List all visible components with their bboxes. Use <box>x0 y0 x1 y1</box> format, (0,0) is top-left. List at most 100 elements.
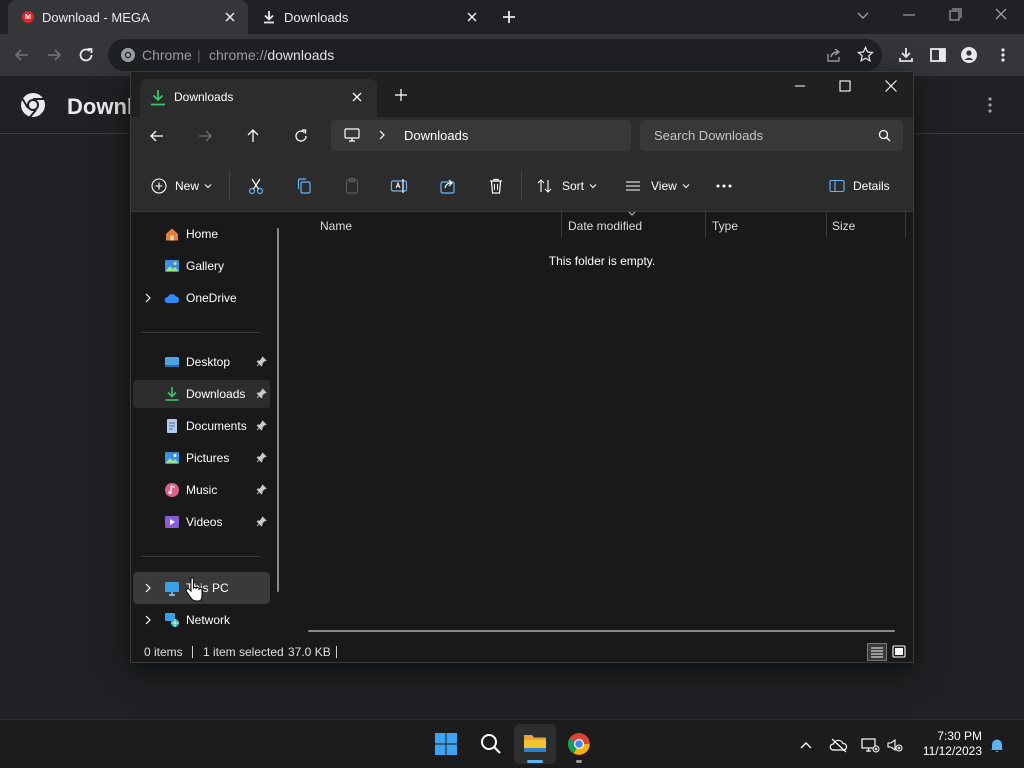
pin-icon[interactable] <box>256 388 267 399</box>
back-icon[interactable] <box>149 128 165 144</box>
column-header-date-modified[interactable]: Date modified <box>568 219 642 233</box>
share-icon[interactable] <box>439 177 457 195</box>
nav-item-desktop[interactable]: Desktop <box>133 348 270 376</box>
tab-title: Downloads <box>284 9 349 25</box>
pin-icon[interactable] <box>256 452 267 463</box>
details-view-button[interactable] <box>867 643 887 661</box>
new-button[interactable]: New <box>151 177 212 195</box>
column-header-name[interactable]: Name <box>320 219 352 233</box>
tab-search-icon[interactable] <box>852 6 874 24</box>
chevron-right-icon[interactable] <box>143 293 153 303</box>
nav-item-gallery[interactable]: Gallery <box>133 252 270 280</box>
pin-icon[interactable] <box>256 356 267 367</box>
start-windows-icon[interactable] <box>434 732 458 756</box>
bookmark-star-icon[interactable] <box>857 46 874 63</box>
sort-button[interactable]: Sort <box>537 177 597 195</box>
chrome-menu-icon[interactable] <box>994 46 1012 64</box>
gallery-icon <box>165 260 179 272</box>
videos-icon <box>165 516 179 528</box>
nav-item-music[interactable]: Music <box>133 476 270 504</box>
nav-item-onedrive[interactable]: OneDrive <box>133 284 270 312</box>
details-pane-button[interactable]: Details <box>829 177 890 195</box>
new-tab-icon[interactable] <box>500 8 518 26</box>
large-icons-view-button[interactable] <box>889 643 909 661</box>
nav-item-documents[interactable]: Documents <box>133 412 270 440</box>
file-list[interactable]: Name Date modified Type Size This folder… <box>288 211 913 643</box>
column-divider[interactable] <box>705 212 706 237</box>
downloads-icon[interactable] <box>897 46 915 64</box>
nav-pane-scrollbar[interactable] <box>277 228 279 592</box>
pin-icon[interactable] <box>256 516 267 527</box>
up-icon[interactable] <box>245 128 261 144</box>
address-bar[interactable]: Downloads <box>331 120 631 151</box>
more-actions-icon[interactable] <box>982 96 998 114</box>
forward-icon[interactable] <box>45 46 63 64</box>
address-path[interactable]: Downloads <box>404 128 468 143</box>
omnibox-url[interactable]: chrome://downloads <box>209 47 334 63</box>
refresh-icon[interactable] <box>293 128 309 144</box>
volume-muted-icon[interactable] <box>886 737 904 753</box>
divider <box>141 332 260 333</box>
delete-icon[interactable] <box>487 177 505 195</box>
chevron-right-icon[interactable] <box>143 615 153 625</box>
view-button[interactable]: View <box>625 177 690 195</box>
more-options-icon[interactable] <box>715 177 733 195</box>
column-header-size[interactable]: Size <box>832 219 855 233</box>
file-explorer-icon <box>524 735 546 752</box>
close-window-icon[interactable] <box>990 6 1012 24</box>
explorer-tab-downloads[interactable]: Downloads <box>140 79 377 117</box>
omnibox[interactable]: Chrome | chrome://downloads <box>108 39 882 71</box>
documents-icon <box>167 419 177 433</box>
rename-icon[interactable] <box>390 177 408 195</box>
search-box[interactable]: Search Downloads <box>640 120 903 151</box>
chevron-down-icon <box>589 184 597 189</box>
side-panel-icon[interactable] <box>929 46 947 64</box>
notification-bell-icon[interactable] <box>989 737 1005 753</box>
nav-item-network[interactable]: Network <box>133 606 270 634</box>
close-tab-icon[interactable] <box>222 9 238 25</box>
close-tab-icon[interactable] <box>350 90 364 104</box>
tab-mega[interactable]: M Download - MEGA <box>8 0 248 34</box>
copy-icon[interactable] <box>295 177 313 195</box>
column-header-type[interactable]: Type <box>712 219 738 233</box>
paste-icon[interactable] <box>343 177 361 195</box>
nav-item-pictures[interactable]: Pictures <box>133 444 270 472</box>
column-divider[interactable] <box>561 212 562 237</box>
nav-item-downloads[interactable]: Downloads <box>133 380 270 408</box>
close-window-icon[interactable] <box>884 79 898 93</box>
maximize-icon[interactable] <box>838 79 852 93</box>
chrome-icon[interactable] <box>567 732 591 756</box>
minimize-icon[interactable] <box>898 6 920 24</box>
onedrive-offline-icon[interactable] <box>829 737 849 753</box>
share-icon[interactable] <box>826 47 842 63</box>
reload-icon[interactable] <box>77 46 95 64</box>
nav-item-videos[interactable]: Videos <box>133 508 270 536</box>
nav-item-label: Desktop <box>186 355 231 369</box>
column-divider[interactable] <box>826 212 827 237</box>
chevron-up-icon[interactable] <box>798 737 814 753</box>
minimize-icon[interactable] <box>793 79 807 93</box>
taskbar-explorer-button[interactable] <box>514 724 556 764</box>
horizontal-scrollbar[interactable] <box>308 630 895 632</box>
forward-icon[interactable] <box>197 128 213 144</box>
tab-downloads[interactable]: Downloads <box>250 0 490 34</box>
sort-label: Sort <box>562 179 585 193</box>
sort-icon <box>537 179 552 193</box>
explorer-titlebar: Downloads <box>131 72 913 117</box>
search-icon[interactable] <box>479 732 503 756</box>
close-tab-icon[interactable] <box>464 9 480 25</box>
empty-folder-message: This folder is empty. <box>548 254 656 268</box>
chevron-right-icon[interactable] <box>143 583 153 593</box>
back-icon[interactable] <box>13 46 31 64</box>
pin-icon[interactable] <box>256 420 267 431</box>
cut-icon[interactable] <box>247 177 265 195</box>
nav-item-home[interactable]: Home <box>133 220 270 248</box>
profile-icon[interactable] <box>960 46 978 64</box>
new-tab-icon[interactable] <box>394 88 408 102</box>
network-status-icon[interactable] <box>860 737 880 753</box>
pin-icon[interactable] <box>256 484 267 495</box>
system-clock[interactable]: 7:30 PM 11/12/2023 <box>912 729 982 759</box>
chevron-right-icon[interactable] <box>377 130 387 140</box>
restore-icon[interactable] <box>944 6 966 24</box>
column-divider[interactable] <box>905 212 906 237</box>
